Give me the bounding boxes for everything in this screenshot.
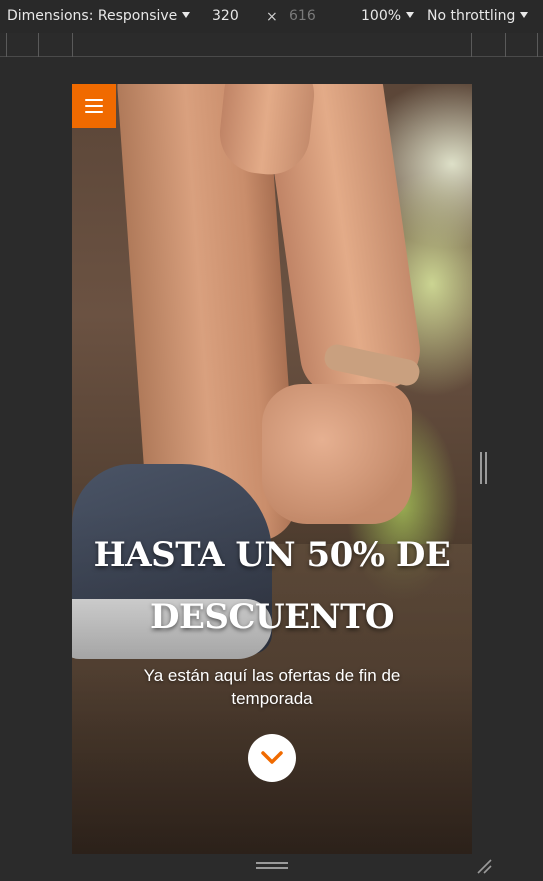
- media-query-ruler[interactable]: [0, 33, 543, 57]
- device-viewport: HASTA UN 50% DE DESCUENTO Ya están aquí …: [72, 84, 472, 854]
- hero-subtext: Ya están aquí las ofertas de fin de temp…: [143, 666, 401, 708]
- caret-down-icon: [520, 12, 529, 18]
- swap-dimensions-icon[interactable]: ×: [266, 9, 278, 25]
- dimensions-dropdown[interactable]: Dimensions: Responsive: [7, 8, 191, 24]
- caret-down-icon: [406, 12, 415, 18]
- ruler-tick: [505, 33, 506, 57]
- ruler-tick: [38, 33, 39, 57]
- zoom-label: 100%: [361, 8, 402, 24]
- chevron-down-icon: [261, 751, 283, 764]
- menu-button[interactable]: [72, 84, 116, 128]
- device-toolbar: Dimensions: Responsive 320 × 616 100% No…: [0, 0, 543, 33]
- vertical-grip-icon[interactable]: [480, 452, 487, 484]
- zoom-dropdown[interactable]: 100%: [361, 8, 415, 24]
- scroll-down-button[interactable]: [248, 734, 296, 782]
- ruler-tick: [72, 33, 73, 57]
- height-input[interactable]: 616: [289, 8, 316, 24]
- horizontal-grip-icon[interactable]: [256, 862, 288, 869]
- hamburger-menu-icon: [85, 99, 103, 113]
- dimensions-label: Dimensions: Responsive: [7, 8, 178, 24]
- corner-resize-icon[interactable]: [476, 858, 492, 874]
- caret-down-icon: [182, 12, 191, 18]
- ruler-tick: [6, 33, 7, 57]
- width-input[interactable]: 320: [212, 8, 239, 24]
- throttling-dropdown[interactable]: No throttling: [427, 8, 529, 24]
- throttling-label: No throttling: [427, 8, 516, 24]
- ruler-tick: [537, 33, 538, 57]
- hero-headline: HASTA UN 50% DE DESCUENTO: [93, 535, 451, 637]
- ruler-tick: [471, 33, 472, 57]
